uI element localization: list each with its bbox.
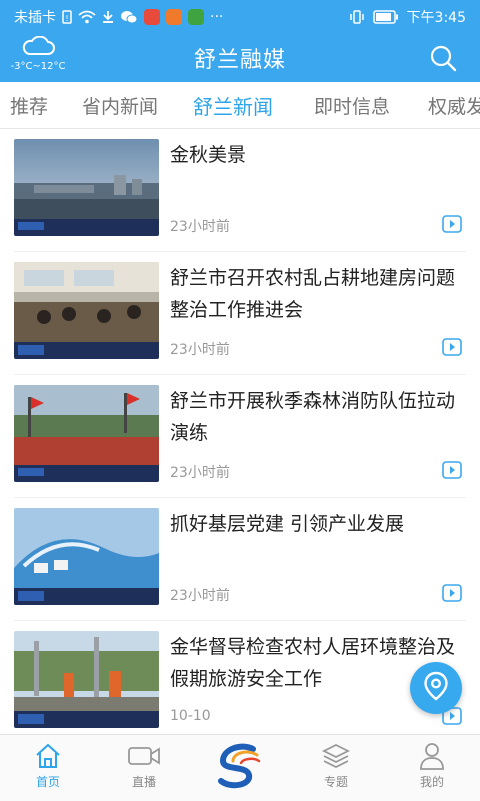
app-header: -3°C~12°C 舒兰融媒 — [0, 32, 480, 82]
app-title: 舒兰融媒 — [193, 48, 286, 73]
download-icon — [102, 10, 114, 24]
nav-center-logo[interactable] — [192, 739, 288, 793]
carrier-text: 未插卡 — [14, 10, 56, 26]
svg-text:!: ! — [65, 14, 68, 23]
app-notification-icon — [188, 9, 204, 25]
wifi-icon — [78, 10, 96, 24]
user-icon — [384, 741, 480, 771]
news-title: 金秋美景 — [170, 144, 247, 166]
video-play-icon — [442, 584, 462, 602]
news-item[interactable]: 金华督导检查农村人居环境整治及假期旅游安全工作 10-10 — [0, 621, 480, 744]
tab-recommend[interactable]: 推荐 — [10, 92, 48, 119]
search-button[interactable] — [428, 43, 458, 73]
app-notification-icon — [144, 9, 160, 25]
tab-instant-info[interactable]: 即时信息 — [314, 92, 390, 119]
sim-icon: ! — [62, 10, 72, 24]
nav-home-label: 首页 — [35, 775, 60, 789]
news-title: 舒兰市开展秋季森林消防队伍拉动演练 — [170, 390, 456, 444]
more-notifications: ··· — [210, 9, 224, 25]
news-title: 抓好基层党建 引领产业发展 — [170, 513, 405, 535]
news-item[interactable]: 舒兰市召开农村乱占耕地建房问题整治工作推进会 23小时前 — [0, 252, 480, 375]
news-time: 10-10 — [170, 708, 211, 724]
video-play-icon — [442, 215, 462, 233]
nav-home[interactable]: 首页 — [0, 741, 96, 790]
tab-province-news[interactable]: 省内新闻 — [82, 92, 158, 119]
status-right: 下午3:45 — [349, 7, 466, 27]
location-pin-icon — [423, 671, 449, 705]
clock-text: 下午3:45 — [406, 10, 466, 26]
status-bar: 未插卡 ! ··· 下午3:45 — [0, 0, 480, 32]
home-icon — [0, 741, 96, 771]
bottom-nav: 首页 直播 专题 我的 — [0, 734, 480, 801]
news-time: 23小时前 — [170, 342, 230, 358]
news-item[interactable]: 舒兰市开展秋季森林消防队伍拉动演练 23小时前 — [0, 375, 480, 498]
news-thumbnail — [14, 139, 159, 236]
nav-live[interactable]: 直播 — [96, 741, 192, 790]
news-thumbnail — [14, 385, 159, 482]
news-item[interactable]: 金秋美景 23小时前 — [0, 129, 480, 252]
category-tabs: 推荐 省内新闻 舒兰新闻 即时信息 权威发 — [0, 82, 480, 129]
video-play-icon — [442, 461, 462, 479]
vibrate-icon — [349, 10, 365, 24]
news-title: 舒兰市召开农村乱占耕地建房问题整治工作推进会 — [170, 267, 456, 321]
news-item[interactable]: 抓好基层党建 引领产业发展 23小时前 — [0, 498, 480, 621]
nav-mine-label: 我的 — [419, 775, 444, 789]
location-button[interactable] — [410, 662, 462, 714]
news-thumbnail — [14, 262, 159, 359]
nav-topics-label: 专题 — [323, 775, 348, 789]
nav-mine[interactable]: 我的 — [384, 741, 480, 790]
wechat-icon — [120, 10, 138, 24]
news-time: 23小时前 — [170, 219, 230, 235]
tab-authority[interactable]: 权威发 — [428, 92, 480, 119]
app-notification-icon — [166, 9, 182, 25]
battery-icon — [372, 10, 399, 24]
news-thumbnail — [14, 631, 159, 728]
tab-shulan-news[interactable]: 舒兰新闻 — [193, 91, 273, 120]
news-time: 23小时前 — [170, 588, 230, 604]
nav-topics[interactable]: 专题 — [288, 741, 384, 790]
status-left: 未插卡 ! ··· — [14, 7, 223, 27]
layers-icon — [288, 741, 384, 771]
video-play-icon — [442, 338, 462, 356]
news-time: 23小时前 — [170, 465, 230, 481]
nav-live-label: 直播 — [131, 775, 156, 789]
video-camera-icon — [96, 741, 192, 771]
search-icon — [428, 45, 458, 77]
app-logo-icon — [192, 739, 288, 793]
news-thumbnail — [14, 508, 159, 605]
